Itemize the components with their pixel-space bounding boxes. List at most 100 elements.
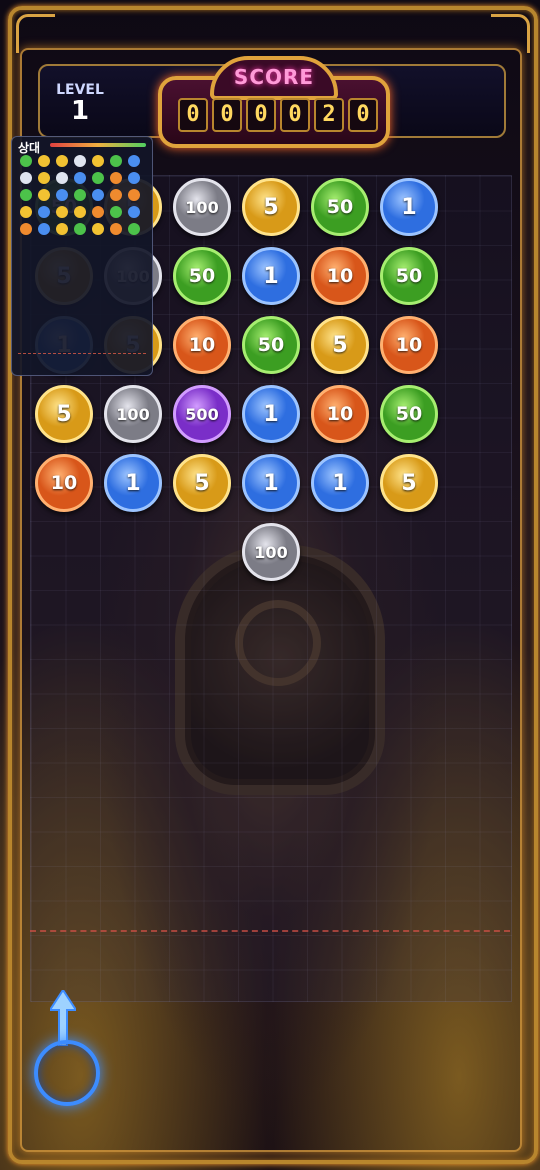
- coin-1: 1: [380, 178, 438, 236]
- coin-value: 1: [263, 263, 279, 289]
- coin-5: 5: [242, 178, 300, 236]
- opponent-coin: [56, 155, 68, 167]
- coin-5: 5: [380, 454, 438, 512]
- coin-1: 1: [242, 247, 300, 305]
- coin-1: 1: [242, 454, 300, 512]
- score-digit: 2: [314, 98, 344, 132]
- opponent-coin: [128, 189, 140, 201]
- opponent-coin: [92, 223, 104, 235]
- opponent-coin: [92, 206, 104, 218]
- coin-value: 100: [185, 197, 219, 217]
- opponent-coin: [110, 155, 122, 167]
- coin-10: 10: [173, 316, 231, 374]
- coin-500: 500: [173, 385, 231, 443]
- opponent-coin: [128, 206, 140, 218]
- coin-value: 5: [332, 332, 348, 358]
- opponent-coin: [110, 172, 122, 184]
- opponent-progress-bar: [50, 143, 146, 147]
- opponent-coin: [20, 206, 32, 218]
- opponent-coin: [20, 155, 32, 167]
- coin-5: 5: [311, 316, 369, 374]
- level-indicator: LEVEL 1: [44, 72, 116, 130]
- coin-value: 5: [401, 470, 417, 496]
- score-label: SCORE: [233, 65, 315, 89]
- opponent-coin: [110, 189, 122, 201]
- coin-10: 10: [35, 454, 93, 512]
- opponent-coin: [74, 189, 86, 201]
- opponent-label: 상대: [18, 141, 41, 155]
- opponent-coin: [38, 155, 50, 167]
- level-value: 1: [70, 96, 90, 126]
- coin-value: 1: [401, 194, 417, 220]
- coin-value: 500: [185, 404, 219, 424]
- coin-50: 50: [311, 178, 369, 236]
- opponent-panel: 상대: [11, 136, 153, 376]
- coin-value: 1: [332, 470, 348, 496]
- shooter-icon[interactable]: [34, 1040, 100, 1106]
- opponent-coin: [74, 172, 86, 184]
- score-digit: 0: [246, 98, 276, 132]
- opponent-coin: [56, 189, 68, 201]
- coin-50: 50: [242, 316, 300, 374]
- coin-value: 50: [188, 265, 216, 287]
- opponent-coin: [38, 206, 50, 218]
- score-cap: SCORE: [210, 56, 338, 100]
- coin-value: 10: [326, 265, 354, 287]
- opponent-coin: [128, 172, 140, 184]
- coin-value: 10: [50, 472, 78, 494]
- score-marquee: SCORE 0 0 0 0 2 0: [158, 56, 390, 152]
- score-digit: 0: [178, 98, 208, 132]
- coin-50: 50: [380, 247, 438, 305]
- coin-50: 50: [173, 247, 231, 305]
- deadline-line: [30, 930, 510, 932]
- score-digit: 0: [348, 98, 378, 132]
- coin-100: 100: [242, 523, 300, 581]
- coin-value: 1: [125, 470, 141, 496]
- coin-value: 1: [263, 470, 279, 496]
- coin-10: 10: [311, 247, 369, 305]
- opponent-coin: [20, 223, 32, 235]
- score-digits: 0 0 0 0 2 0: [178, 98, 378, 132]
- opponent-coin: [56, 172, 68, 184]
- score-digit: 0: [280, 98, 310, 132]
- opponent-coin: [110, 206, 122, 218]
- opponent-coin: [92, 189, 104, 201]
- opponent-deadline: [18, 353, 146, 354]
- arrow-up-icon: [50, 990, 76, 1046]
- opponent-coin: [20, 172, 32, 184]
- coin-value: 50: [395, 265, 423, 287]
- opponent-coin: [38, 172, 50, 184]
- opponent-coin: [74, 223, 86, 235]
- opponent-coin: [56, 206, 68, 218]
- coin-value: 5: [56, 401, 72, 427]
- opponent-coin: [20, 189, 32, 201]
- opponent-coin: [56, 223, 68, 235]
- opponent-coin: [38, 189, 50, 201]
- coin-value: 10: [188, 334, 216, 356]
- coin-value: 10: [326, 403, 354, 425]
- score-digit: 0: [212, 98, 242, 132]
- opponent-coin: [92, 172, 104, 184]
- opponent-coin: [110, 223, 122, 235]
- opponent-coin: [74, 206, 86, 218]
- coin-100: 100: [104, 385, 162, 443]
- coin-value: 100: [116, 404, 150, 424]
- coin-5: 5: [173, 454, 231, 512]
- coin-5: 5: [35, 385, 93, 443]
- coin-value: 10: [395, 334, 423, 356]
- coin-value: 100: [254, 542, 288, 562]
- coin-10: 10: [380, 316, 438, 374]
- coin-value: 5: [194, 470, 210, 496]
- coin-100: 100: [173, 178, 231, 236]
- coin-value: 5: [263, 194, 279, 220]
- opponent-coin: [92, 155, 104, 167]
- coin-value: 50: [326, 196, 354, 218]
- coin-1: 1: [242, 385, 300, 443]
- opponent-coin: [38, 223, 50, 235]
- coin-value: 1: [263, 401, 279, 427]
- opponent-coin: [74, 155, 86, 167]
- coin-50: 50: [380, 385, 438, 443]
- opponent-coin: [128, 155, 140, 167]
- coin-10: 10: [311, 385, 369, 443]
- coin-value: 50: [395, 403, 423, 425]
